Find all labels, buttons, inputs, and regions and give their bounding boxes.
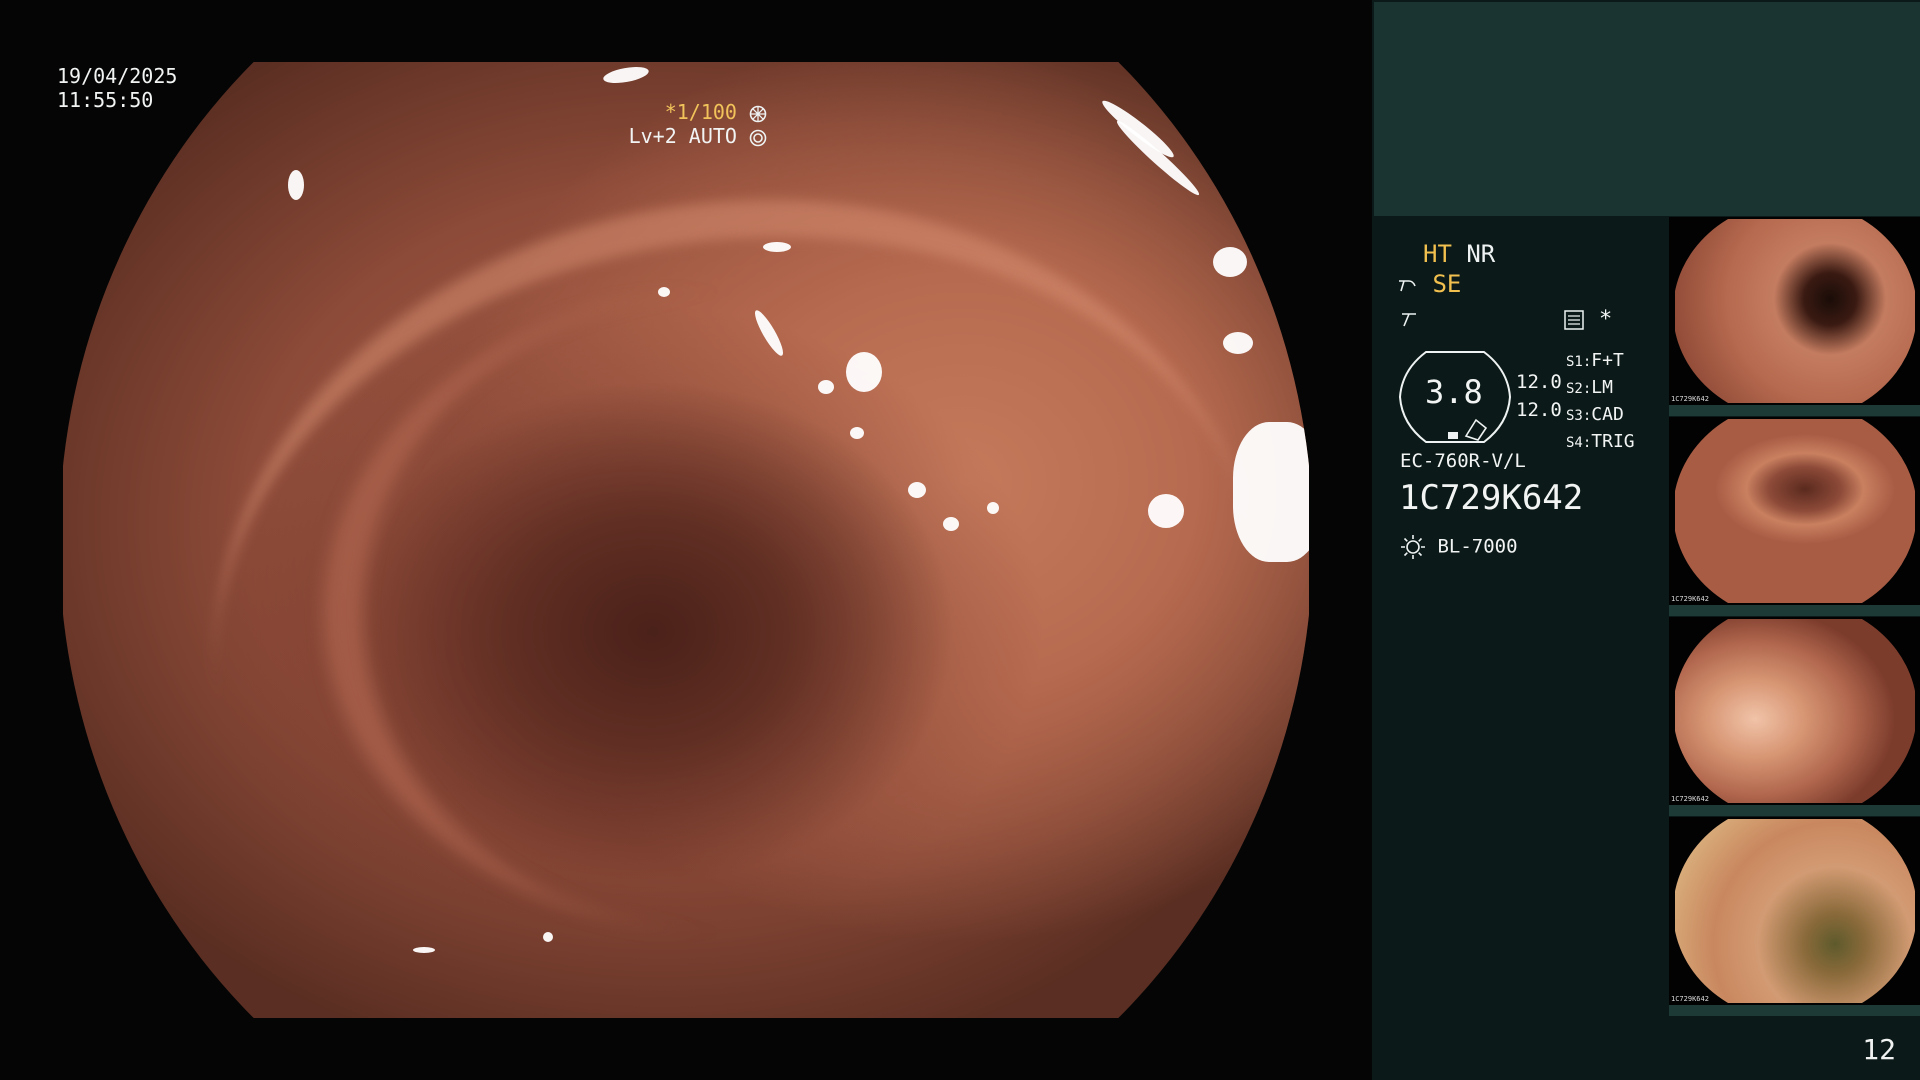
iris-icon bbox=[749, 129, 767, 146]
shutter-icon bbox=[749, 105, 767, 122]
endoscope-image bbox=[63, 62, 1309, 1018]
switch-item: S1:F+T bbox=[1566, 350, 1624, 371]
thumbnail[interactable]: 1C729K642 bbox=[1669, 817, 1920, 1017]
specular-highlight bbox=[1148, 494, 1184, 528]
specular-highlight bbox=[850, 427, 864, 439]
exposure-overlay: *1/100 Lv+2 AUTO bbox=[629, 100, 767, 148]
lamp-icon bbox=[1401, 535, 1425, 559]
nr-indicator: NR bbox=[1466, 240, 1496, 268]
switch-item: S2:LM bbox=[1566, 377, 1613, 398]
device-info: HT NR SE * 3.8 12.0 12.0 S1:F+T S2:LM S3… bbox=[1372, 216, 1672, 1080]
specular-highlight bbox=[658, 287, 670, 297]
specular-highlight bbox=[763, 242, 791, 252]
param-b: 12.0 bbox=[1516, 399, 1562, 421]
mucosal-fold-lower bbox=[323, 292, 1123, 932]
specular-highlight bbox=[543, 932, 553, 942]
light-source-model: BL-7000 bbox=[1437, 535, 1518, 558]
switch-list: S1:F+T S2:LM S3:CAD S4:TRIG bbox=[1566, 348, 1635, 456]
shutter-speed: *1/100 bbox=[664, 100, 737, 124]
specular-highlight bbox=[1233, 422, 1309, 562]
star-indicator: * bbox=[1599, 307, 1613, 332]
scope-model: EC-760R-V/L bbox=[1400, 450, 1526, 472]
thumbnail-label: 1C729K642 bbox=[1671, 995, 1709, 1003]
time-text: 11:55:50 bbox=[57, 88, 154, 112]
thumbnail[interactable]: 1C729K642 bbox=[1669, 617, 1920, 817]
ht-indicator: HT bbox=[1423, 240, 1452, 268]
specular-highlight bbox=[818, 380, 834, 394]
date-time-overlay: 19/04/2025 11:55:50 bbox=[57, 64, 177, 112]
specular-highlight bbox=[908, 482, 926, 498]
thumbnail-label: 1C729K642 bbox=[1671, 395, 1709, 403]
specular-highlight bbox=[413, 947, 435, 953]
se-indicator: SE bbox=[1432, 270, 1462, 298]
thumbnail[interactable]: 1C729K642 bbox=[1669, 217, 1920, 417]
light-level: Lv+2 AUTO bbox=[628, 124, 737, 148]
captured-images: 1C729K642 1C729K642 1C729K642 1C729K642 bbox=[1669, 217, 1920, 1017]
specular-highlight bbox=[1213, 247, 1247, 277]
page-number: 12 bbox=[1862, 1033, 1896, 1066]
switch-item: S3:CAD bbox=[1566, 404, 1624, 425]
specular-highlight bbox=[943, 517, 959, 531]
enhance-icon bbox=[1402, 312, 1416, 326]
scope-serial: 1C729K642 bbox=[1399, 478, 1584, 518]
specular-highlight bbox=[288, 170, 304, 200]
settings-icon bbox=[1564, 309, 1584, 330]
switch-item: S4:TRIG bbox=[1566, 431, 1635, 452]
panel-header bbox=[1374, 2, 1920, 216]
specular-highlight bbox=[987, 502, 999, 514]
thumbnail-label: 1C729K642 bbox=[1671, 595, 1709, 603]
thumbnail-label: 1C729K642 bbox=[1671, 795, 1709, 803]
thumbnail[interactable]: 1C729K642 bbox=[1669, 417, 1920, 617]
specular-highlight bbox=[1223, 332, 1253, 354]
zoom-value: 3.8 bbox=[1425, 373, 1483, 411]
param-a: 12.0 bbox=[1516, 371, 1562, 393]
se-icon bbox=[1399, 280, 1416, 292]
specular-highlight bbox=[846, 352, 882, 392]
date-text: 19/04/2025 bbox=[57, 64, 178, 88]
endoscope-view: 19/04/2025 11:55:50 *1/100 Lv+2 AUTO bbox=[0, 0, 1372, 1080]
